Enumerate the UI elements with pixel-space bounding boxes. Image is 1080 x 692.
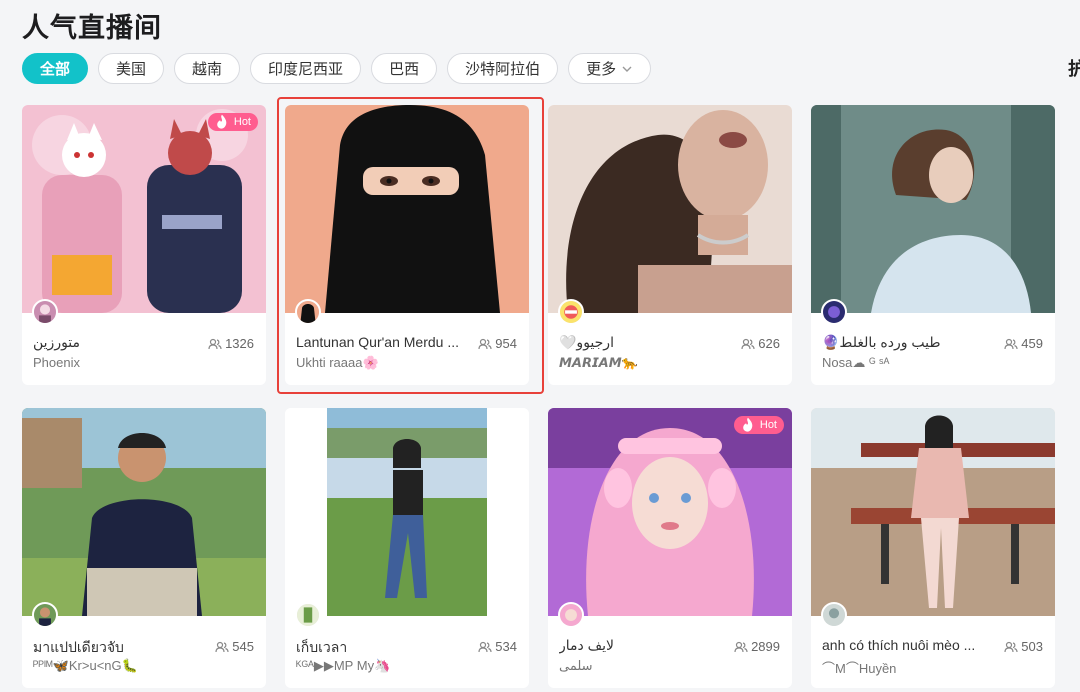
viewer-count: 545 [215,639,254,654]
stream-thumbnail [285,408,529,616]
viewer-count-value: 534 [495,639,517,654]
filter-chip-label: 美国 [116,61,147,78]
stream-title: متورزين [33,334,81,350]
filter-chip-label: 巴西 [389,61,420,78]
live-room-card[interactable]: anh có thích nuôi mèo ... 503 ⌒M⌒Huyền [811,408,1055,688]
clipped-tab-label: 护 [1068,59,1080,79]
viewer-count: 2899 [734,639,780,654]
viewers-icon [734,641,748,652]
filter-chip-label: 印度尼西亚 [268,61,344,78]
streamer-name: Nosa☁ ᴳ ˢᴬ [822,355,890,370]
filter-chip-vietnam[interactable]: 越南 [174,53,241,84]
stream-thumbnail: Hot [548,408,792,616]
live-room-card[interactable]: Lantunan Qur'an Merdu ... 954 Ukhti raaa… [285,105,529,385]
streamer-name: 𝙈𝘼𝙍𝙄𝘼𝙈🐆 [559,355,638,370]
stream-thumbnail [22,408,266,616]
viewers-icon [215,641,229,652]
page-title: 人气直播间 [22,13,162,43]
filter-chip-indonesia[interactable]: 印度尼西亚 [250,53,362,84]
viewer-count-value: 2899 [751,639,780,654]
filter-chip-usa[interactable]: 美国 [98,53,165,84]
viewers-icon [478,338,492,349]
avatar [32,299,58,325]
avatar [295,299,321,325]
stream-title: Lantunan Qur'an Merdu ... [296,334,459,350]
filter-chip-saudi-arabia[interactable]: 沙特阿拉伯 [447,53,559,84]
stream-title: เก็บเวลา [296,639,348,655]
avatar [821,299,847,325]
hot-label: Hot [759,419,777,431]
stream-title: طيب ورده بالغلط🔮 [822,334,941,350]
viewer-count-value: 1326 [225,336,254,351]
viewers-icon [1004,641,1018,652]
hot-badge: Hot [733,416,784,434]
avatar [558,602,584,628]
streamer-name: Ukhti raaaa🌸 [296,355,379,370]
avatar [821,602,847,628]
stream-thumbnail [811,408,1055,616]
chevron-down-icon [622,66,632,72]
avatar [558,299,584,325]
filter-chip-all[interactable]: 全部 [22,53,89,84]
live-room-card[interactable]: Hot لايف دمار 2899 سلمى [548,408,792,688]
flame-icon [217,114,227,129]
stream-title: لايف دمار [559,637,615,653]
region-filter-bar: 全部 美国 越南 印度尼西亚 巴西 沙特阿拉伯 更多 [22,53,652,84]
stream-thumbnail [548,105,792,313]
live-room-card[interactable]: ارجيوو🤍 626 𝙈𝘼𝙍𝙄𝘼𝙈🐆 [548,105,792,385]
viewers-icon [1004,338,1018,349]
filter-chip-label: 沙特阿拉伯 [465,61,541,78]
live-room-card[interactable]: เก็บเวลา 534 ᴷᴳᴬ▶▶MP My🦄 [285,408,529,688]
viewer-count-value: 503 [1021,639,1043,654]
flame-icon [743,417,753,432]
viewers-icon [741,338,755,349]
viewers-icon [208,338,222,349]
viewer-count: 459 [1004,336,1043,351]
live-room-card[interactable]: Hot متورزين 1326 Phoenix [22,105,266,385]
streamer-name: ᴷᴳᴬ▶▶MP My🦄 [296,658,391,673]
avatar [32,602,58,628]
streamer-name: ⌒M⌒Huyền [822,661,897,676]
viewer-count-value: 459 [1021,336,1043,351]
viewers-icon [478,641,492,652]
filter-chip-label: 更多 [586,61,617,78]
stream-title: ارجيوو🤍 [559,334,614,350]
filter-chip-brazil[interactable]: 巴西 [371,53,438,84]
stream-title: anh có thích nuôi mèo ... [822,637,976,653]
viewer-count: 626 [741,336,780,351]
filter-chip-label: 越南 [192,61,223,78]
viewer-count-value: 626 [758,336,780,351]
stream-thumbnail [811,105,1055,313]
viewer-count: 503 [1004,639,1043,654]
filter-chip-label: 全部 [40,61,71,78]
avatar [295,602,321,628]
hot-label: Hot [233,116,251,128]
filter-chip-more[interactable]: 更多 [568,53,652,84]
streamer-name: Phoenix [33,355,80,370]
stream-title: มาแปปเดียวจับ [33,639,124,655]
viewer-count: 954 [478,336,517,351]
streamer-name: سلمى [559,658,593,673]
viewer-count-value: 954 [495,336,517,351]
stream-thumbnail: Hot [22,105,266,313]
viewer-count-value: 545 [232,639,254,654]
viewer-count: 1326 [208,336,254,351]
streamer-name: ᴾᴾᴵᴹ🦋Kr>u<nG🐛 [33,658,138,673]
stream-thumbnail [285,105,529,313]
hot-badge: Hot [207,113,258,131]
live-room-card[interactable]: มาแปปเดียวจับ 545 ᴾᴾᴵᴹ🦋Kr>u<nG🐛 [22,408,266,688]
live-room-card[interactable]: طيب ورده بالغلط🔮 459 Nosa☁ ᴳ ˢᴬ [811,105,1055,385]
viewer-count: 534 [478,639,517,654]
